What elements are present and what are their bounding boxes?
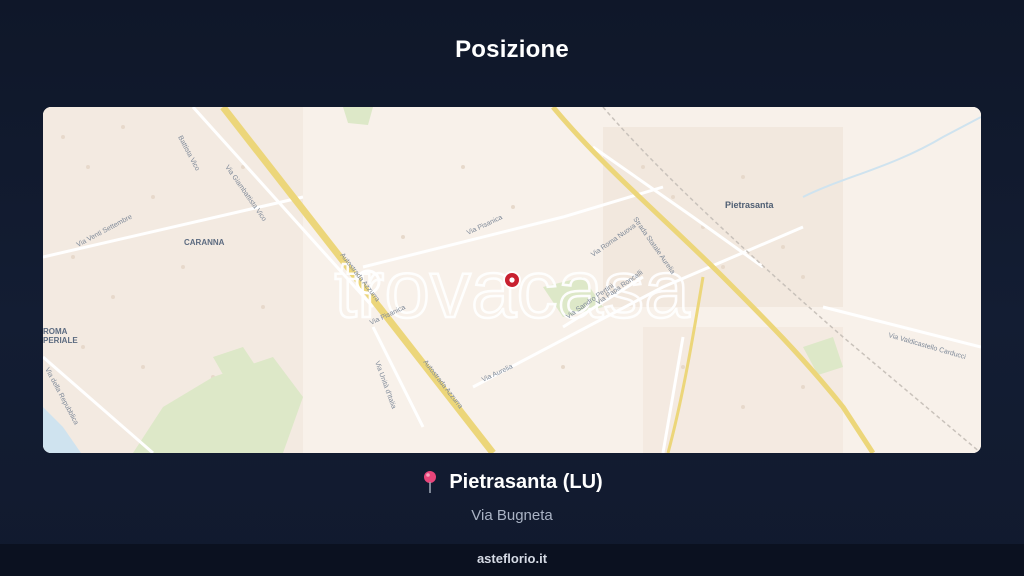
map-label-roma-imperiale-1: ROMA [43, 327, 68, 336]
location-info: Pietrasanta (LU) Via Bugneta [0, 470, 1024, 524]
map-label-caranna: CARANNA [184, 238, 225, 247]
location-city: Pietrasanta (LU) [449, 470, 603, 493]
map-label-pietrasanta: Pietrasanta [725, 200, 775, 210]
round-pushpin-icon [424, 471, 437, 493]
location-street: Via Bugneta [471, 507, 553, 524]
watermark-text: trovacasa [334, 244, 690, 335]
footer-site-link[interactable]: asteflorio.it [477, 551, 547, 566]
map-canvas[interactable]: trovacasa Battista Vico Via Giambattista… [43, 107, 981, 453]
footer: asteflorio.it [0, 544, 1024, 576]
map-label-roma-imperiale-2: PERIALE [43, 336, 78, 345]
page-title: Posizione [455, 36, 569, 63]
map-view[interactable]: trovacasa Battista Vico Via Giambattista… [43, 107, 981, 453]
location-marker[interactable] [503, 271, 521, 289]
